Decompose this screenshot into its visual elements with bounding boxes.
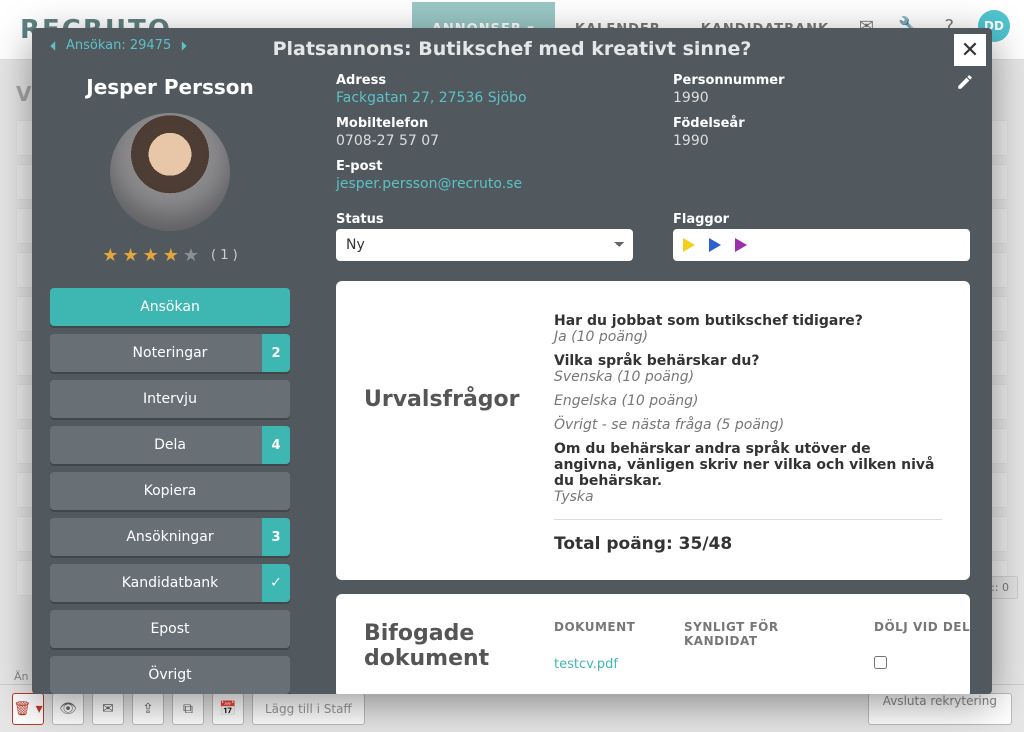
- candidate-name: Jesper Persson: [86, 75, 254, 99]
- answer: Ja (10 poäng): [554, 329, 942, 345]
- panel-bifogade-dokument: Bifogade dokument DOKUMENT SYNLIGT FÖR K…: [336, 594, 970, 694]
- flag-purple-icon[interactable]: [735, 238, 747, 252]
- candidate-photo: [110, 113, 230, 231]
- badge: 3: [262, 518, 290, 556]
- star-icon: ★: [183, 245, 199, 266]
- tab-dela[interactable]: Dela4: [50, 426, 290, 464]
- value-epost[interactable]: jesper.persson@recruto.se: [336, 176, 633, 192]
- col-dolj: DÖLJ VID DELNING: [874, 620, 970, 648]
- label-mobil: Mobiltelefon: [336, 116, 633, 131]
- panel-title: Bifogade dokument: [364, 620, 524, 672]
- question: Har du jobbat som butikschef tidigare?: [554, 313, 942, 329]
- value-fodelsear: 1990: [673, 133, 970, 149]
- label-epost: E-post: [336, 159, 633, 174]
- col-synligt: SYNLIGT FÖR KANDIDAT: [684, 620, 844, 648]
- answer: Tyska: [554, 489, 942, 505]
- label-status: Status: [336, 212, 633, 227]
- rating[interactable]: ★ ★ ★ ★ ★ ( 1 ): [102, 245, 237, 266]
- flag-box[interactable]: [673, 229, 970, 261]
- question: Vilka språk behärskar du?: [554, 353, 942, 369]
- label-fodelsear: Födelseår: [673, 116, 970, 131]
- total-score: Total poäng: 35/48: [554, 534, 942, 554]
- document-link[interactable]: testcv.pdf: [554, 657, 654, 672]
- hide-on-share-checkbox[interactable]: [874, 656, 887, 669]
- check-icon: ✓: [262, 564, 290, 602]
- star-icon: ★: [102, 245, 118, 266]
- tab-ansokan[interactable]: Ansökan: [50, 288, 290, 326]
- label-personnummer: Personnummer: [673, 73, 970, 88]
- answer: Svenska (10 poäng): [554, 369, 942, 385]
- close-button[interactable]: ✕: [954, 34, 986, 66]
- panel-title: Urvalsfrågor: [364, 307, 524, 554]
- breadcrumb-label: Ansökan: 29475: [66, 38, 171, 53]
- answer: Engelska (10 poäng): [554, 393, 942, 409]
- tab-ovrigt[interactable]: Övrigt: [50, 656, 290, 694]
- side-tabs: Ansökan Noteringar2 Intervju Dela4 Kopie…: [50, 288, 290, 694]
- star-icon: ★: [163, 245, 179, 266]
- flag-yellow-icon[interactable]: [683, 238, 695, 252]
- arrow-left-icon: [48, 40, 60, 52]
- value-adress[interactable]: Fackgatan 27, 27536 Sjöbo: [336, 90, 633, 106]
- panel-urvalsfragor: Urvalsfrågor Har du jobbat som butiksche…: [336, 281, 970, 580]
- status-select[interactable]: Ny: [336, 229, 633, 261]
- application-modal: Ansökan: 29475 Platsannons: Butikschef m…: [32, 28, 992, 694]
- label-flaggor: Flaggor: [673, 212, 970, 227]
- tab-intervju[interactable]: Intervju: [50, 380, 290, 418]
- label-adress: Adress: [336, 73, 633, 88]
- tab-kandidatbank[interactable]: Kandidatbank✓: [50, 564, 290, 602]
- tab-kopiera[interactable]: Kopiera: [50, 472, 290, 510]
- tab-ansokningar[interactable]: Ansökningar3: [50, 518, 290, 556]
- arrow-right-icon: [177, 40, 189, 52]
- rating-count: ( 1 ): [211, 248, 238, 263]
- edit-icon[interactable]: [956, 73, 974, 95]
- value-mobil: 0708-27 57 07: [336, 133, 633, 149]
- col-dokument: DOKUMENT: [554, 620, 654, 648]
- badge: 2: [262, 334, 290, 372]
- tab-noteringar[interactable]: Noteringar2: [50, 334, 290, 372]
- answer: Övrigt - se nästa fråga (5 poäng): [554, 417, 942, 433]
- breadcrumb[interactable]: Ansökan: 29475: [48, 38, 976, 53]
- question: Om du behärskar andra språk utöver de an…: [554, 441, 942, 489]
- star-icon: ★: [143, 245, 159, 266]
- star-icon: ★: [122, 245, 138, 266]
- flag-blue-icon[interactable]: [709, 238, 721, 252]
- tab-epost[interactable]: Epost: [50, 610, 290, 648]
- value-personnummer: 1990: [673, 90, 970, 106]
- document-row: testcv.pdf: [554, 656, 970, 672]
- badge: 4: [262, 426, 290, 464]
